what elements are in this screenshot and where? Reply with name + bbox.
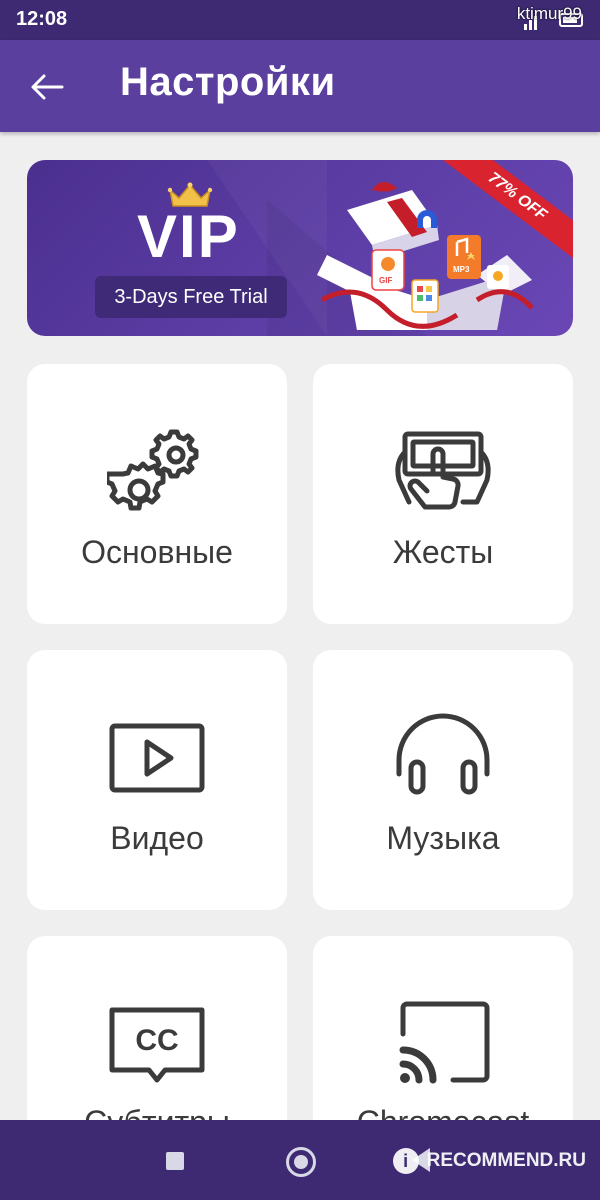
- closed-captions-icon: CC: [109, 1007, 205, 1083]
- recent-apps-button[interactable]: [166, 1152, 184, 1170]
- cast-icon: [399, 1001, 490, 1084]
- tile-video[interactable]: Видео: [27, 650, 287, 910]
- app-bar: Настройки: [0, 40, 600, 132]
- headphones-icon: [396, 713, 490, 795]
- watermark-text: RECOMMEND.RU: [426, 1150, 586, 1171]
- vip-trial-label: 3-Days Free Trial: [95, 276, 287, 318]
- home-dot-icon: [294, 1155, 308, 1169]
- tile-label: Жесты: [392, 534, 494, 570]
- recommend-watermark: i RECOMMEND.RU: [392, 1148, 586, 1174]
- navigation-bar: i RECOMMEND.RU: [0, 1120, 600, 1200]
- mp3-label: MP3: [453, 265, 470, 274]
- touch-gesture-icon: [395, 431, 491, 510]
- home-button[interactable]: [286, 1147, 316, 1177]
- tile-general[interactable]: Основные: [27, 364, 287, 624]
- back-button[interactable]: [22, 62, 72, 112]
- gears-icon: [107, 429, 199, 511]
- tile-music[interactable]: Музыка: [313, 650, 573, 910]
- tile-label: Музыка: [386, 820, 500, 856]
- svg-text:CC: CC: [135, 1024, 178, 1057]
- status-bar: 12:08 ktimur99: [0, 0, 600, 40]
- watermark-user: ktimur99: [516, 4, 582, 23]
- video-play-icon: [109, 723, 205, 793]
- arrow-left-icon: [31, 74, 64, 100]
- page-title: Настройки: [120, 60, 336, 104]
- tile-gestures[interactable]: Жесты: [313, 364, 573, 624]
- vip-title: VIP: [137, 203, 240, 270]
- status-time: 12:08: [16, 8, 68, 30]
- recommend-logo-icon: i: [392, 1148, 419, 1174]
- gif-label: GIF: [379, 276, 392, 285]
- tile-label: Видео: [110, 820, 204, 856]
- vip-banner[interactable]: VIP 3-Days Free Trial GIF MP3 77% OFF: [27, 160, 573, 336]
- tile-label: Основные: [81, 534, 233, 570]
